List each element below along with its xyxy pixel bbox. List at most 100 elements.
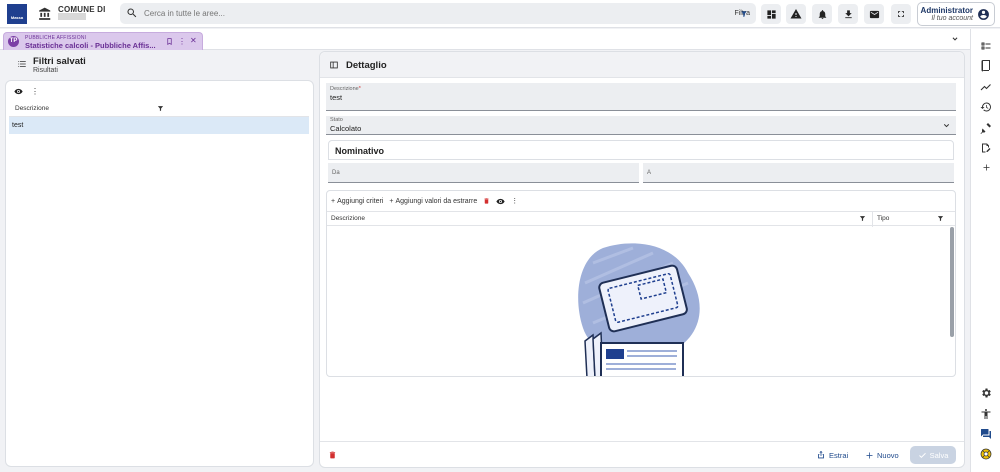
- stato-value: Calcolato: [330, 124, 362, 133]
- add-icon[interactable]: [979, 160, 993, 174]
- fullscreen-button[interactable]: [891, 4, 911, 24]
- user-circle-icon: [977, 8, 990, 21]
- column-divider[interactable]: [872, 212, 873, 227]
- da-label: Da: [332, 170, 340, 176]
- column-filter-icon[interactable]: [859, 215, 866, 222]
- messages-button[interactable]: [864, 4, 884, 24]
- add-icon: [865, 451, 874, 460]
- descrizione-label-text: Descrizione: [330, 86, 359, 92]
- plug-icon[interactable]: [979, 121, 993, 135]
- detail-title: Dettaglio: [346, 60, 387, 71]
- warnings-button[interactable]: [786, 4, 806, 24]
- column-filter-icon[interactable]: [15, 105, 305, 112]
- tab-bar: TP PUBBLICHE AFFISSIONI Statistiche calc…: [0, 29, 970, 50]
- row-descrizione: test: [12, 122, 24, 129]
- funnel-icon: [740, 10, 748, 18]
- municipality-building-icon[interactable]: [37, 6, 53, 22]
- column-header-tipo[interactable]: Tipo: [877, 215, 889, 222]
- dashboard-icon: [766, 9, 777, 20]
- warning-icon: [790, 8, 802, 20]
- municipality-logo[interactable]: Massa: [7, 4, 27, 24]
- filter-button[interactable]: Filtra: [734, 6, 750, 21]
- account-name: Administrator: [920, 6, 973, 15]
- table-header: Descrizione: [9, 101, 309, 117]
- download-icon: [843, 9, 854, 20]
- notifications-button[interactable]: [812, 4, 832, 24]
- empty-state-illustration: [578, 243, 700, 376]
- saved-filters-card: ⋮ Descrizione test: [5, 80, 314, 467]
- mail-icon: [869, 9, 880, 20]
- panel-title: Filtri salvati: [33, 56, 86, 67]
- saved-filters-panel: Filtri salvati Risultati ⋮ Descrizione t…: [3, 51, 317, 468]
- criteria-grid: + Aggiungi criteri + Aggiungi valori da es…: [326, 190, 956, 377]
- close-icon[interactable]: ✕: [190, 36, 197, 45]
- more-vertical-icon[interactable]: ⋮: [31, 87, 39, 96]
- add-valori-button[interactable]: + Aggiungi valori da estrarre: [389, 198, 477, 205]
- add-criteri-button[interactable]: + Aggiungi criteri: [331, 198, 383, 205]
- salva-label: Salva: [929, 450, 949, 460]
- detail-header: Dettaglio: [320, 52, 964, 78]
- salva-button[interactable]: Salva: [910, 446, 956, 464]
- add-valori-label: Aggiungi valori da estrarre: [395, 197, 478, 205]
- chevron-down-icon: [942, 121, 951, 130]
- table-row[interactable]: test: [9, 117, 309, 134]
- tab-title: Statistiche calcoli - Pubbliche Affis...: [25, 41, 156, 50]
- check-icon: [918, 451, 927, 460]
- account-button[interactable]: Administrator Il tuo account: [917, 2, 995, 26]
- right-sidebar: [970, 29, 1000, 472]
- accessibility-icon[interactable]: [979, 407, 993, 421]
- chat-icon[interactable]: [979, 427, 993, 441]
- grid-toolbar: ⋮: [14, 87, 39, 96]
- gear-icon[interactable]: [979, 386, 993, 400]
- add-criteri-label: Aggiungi criteri: [337, 197, 384, 205]
- nuovo-button[interactable]: Nuovo: [865, 447, 899, 463]
- stato-select[interactable]: Stato Calcolato: [326, 116, 956, 135]
- downloads-button[interactable]: [838, 4, 858, 24]
- more-vertical-icon[interactable]: ⋮: [511, 197, 518, 205]
- nominativo-section: Nominativo: [328, 140, 954, 160]
- account-subtitle: Il tuo account: [931, 15, 973, 22]
- trending-up-icon[interactable]: [979, 80, 993, 94]
- vertical-scrollbar[interactable]: [950, 227, 954, 337]
- global-search[interactable]: Filtra: [120, 3, 756, 24]
- required-mark: *: [358, 86, 361, 92]
- search-input[interactable]: [144, 3, 704, 24]
- bell-icon: [817, 9, 828, 20]
- eye-icon[interactable]: [496, 197, 505, 206]
- descrizione-field[interactable]: Descrizione* test: [326, 83, 956, 111]
- column-header-descrizione[interactable]: Descrizione: [331, 215, 365, 222]
- list-view-icon[interactable]: [979, 39, 993, 53]
- edit-document-icon[interactable]: [979, 141, 993, 155]
- dashboard-button[interactable]: [761, 4, 781, 24]
- bookmark-icon[interactable]: [166, 38, 173, 45]
- da-field[interactable]: Da: [328, 163, 639, 183]
- table-header: Descrizione Tipo: [327, 211, 955, 227]
- comune-name-redacted: [58, 13, 86, 20]
- tab-module-badge: TP: [8, 36, 19, 47]
- search-icon: [126, 7, 138, 19]
- book-icon[interactable]: [979, 59, 993, 73]
- add-icon: +: [389, 197, 394, 205]
- list-icon: [17, 59, 27, 69]
- add-icon: +: [331, 197, 336, 205]
- nominativo-title: Nominativo: [335, 146, 385, 156]
- a-field[interactable]: A: [643, 163, 954, 183]
- history-icon[interactable]: [979, 100, 993, 114]
- detail-footer: Estrai Nuovo Salva: [320, 441, 964, 468]
- detail-panel: Dettaglio Descrizione* test Stato Calcol…: [319, 51, 965, 468]
- estrai-label: Estrai: [829, 450, 849, 460]
- trash-icon[interactable]: [483, 197, 490, 205]
- fullscreen-icon: [896, 9, 906, 19]
- sidebar-toggle-icon[interactable]: [329, 60, 339, 70]
- estrai-button[interactable]: Estrai: [816, 447, 848, 463]
- descrizione-value: test: [330, 93, 343, 102]
- tab-statistiche-calcoli[interactable]: TP PUBBLICHE AFFISSIONI Statistiche calc…: [3, 32, 203, 50]
- more-vertical-icon[interactable]: ⋮: [178, 37, 186, 46]
- column-filter-icon[interactable]: [937, 215, 944, 222]
- descrizione-label: Descrizione*: [330, 86, 361, 92]
- eye-icon[interactable]: [14, 87, 23, 96]
- grid-toolbar: + Aggiungi criteri + Aggiungi valori da es…: [331, 195, 518, 207]
- chevron-down-icon[interactable]: [950, 34, 960, 44]
- help-lifebuoy-icon[interactable]: [979, 447, 993, 461]
- trash-icon[interactable]: [328, 450, 337, 460]
